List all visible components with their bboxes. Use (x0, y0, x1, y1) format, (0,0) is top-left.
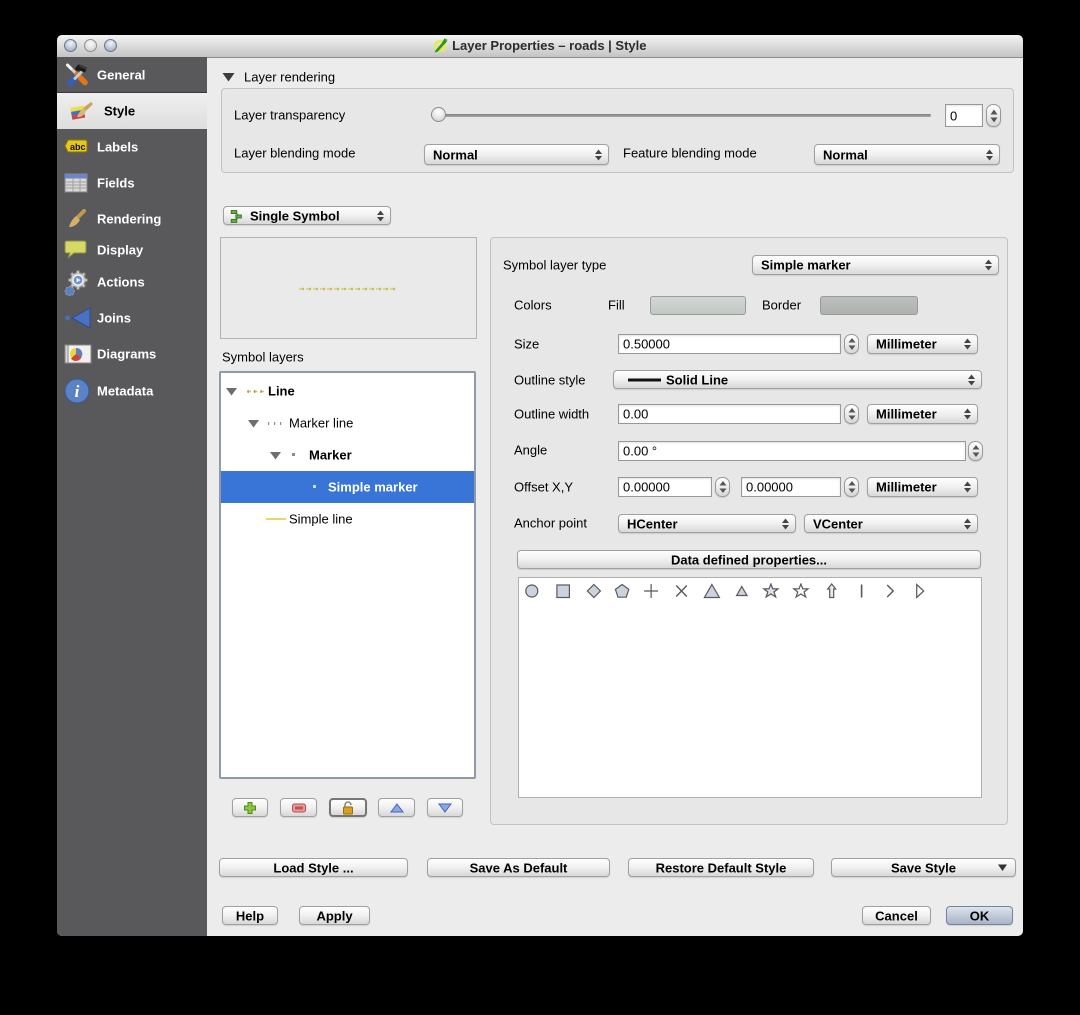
svg-text:abc: abc (70, 142, 86, 152)
svg-text:i: i (75, 382, 80, 401)
